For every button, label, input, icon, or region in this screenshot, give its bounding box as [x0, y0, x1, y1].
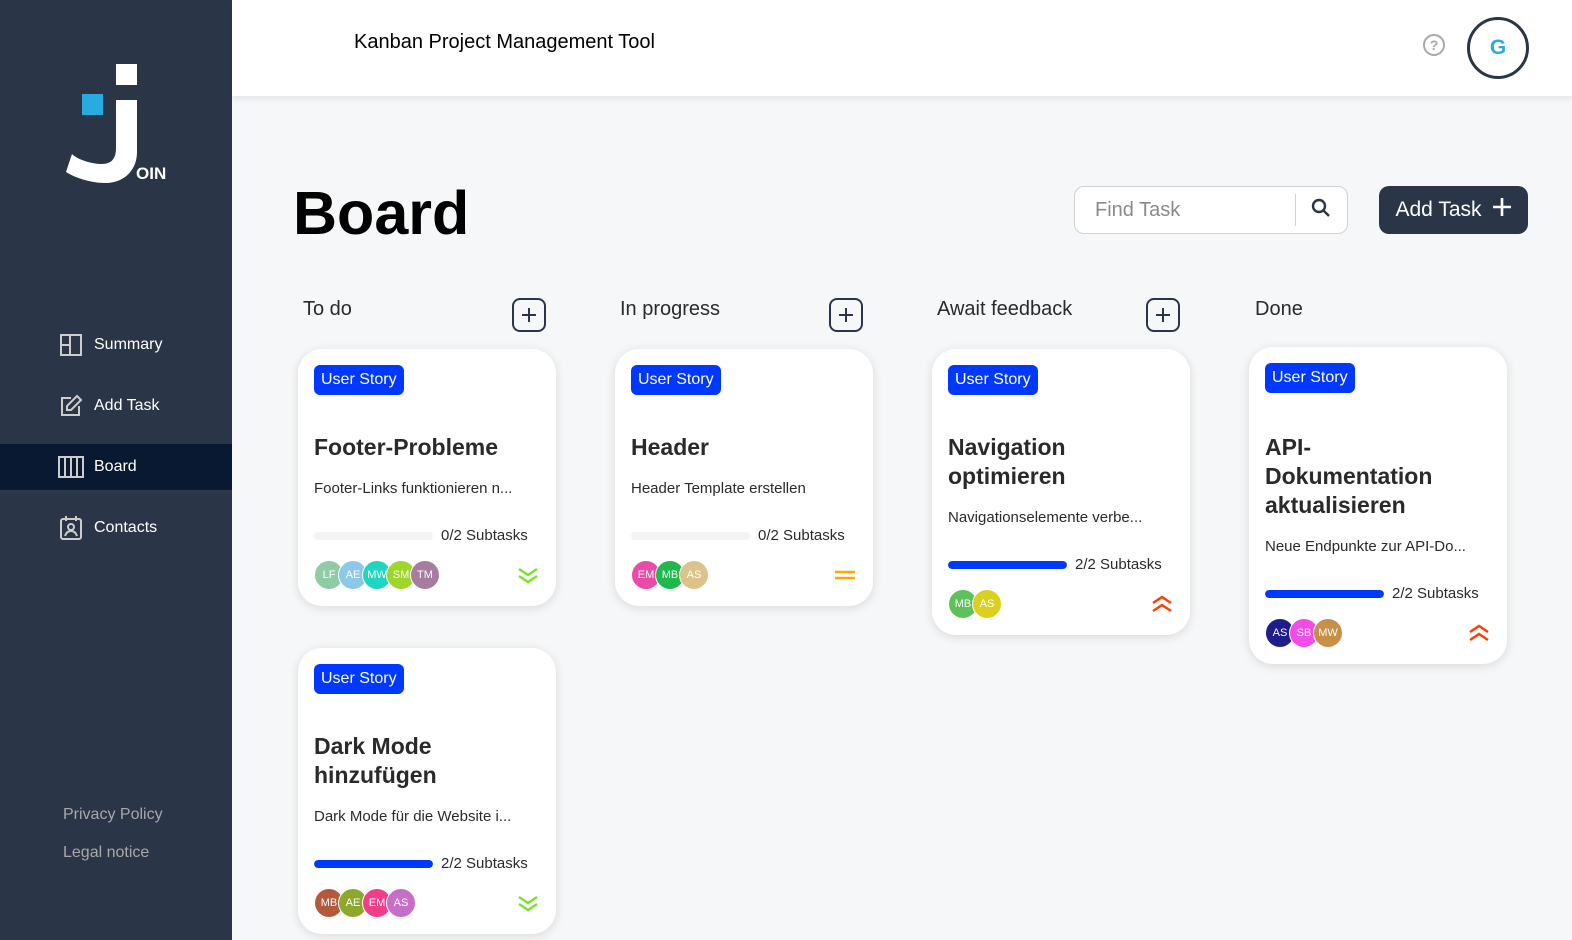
- sidebar-item-board[interactable]: Board: [0, 444, 232, 490]
- category-badge: User Story: [1265, 363, 1355, 393]
- summary-icon: [58, 332, 84, 358]
- subtask-count: 2/2 Subtasks: [1075, 556, 1162, 573]
- task-card[interactable]: User Story Footer-Probleme Footer-Links …: [298, 349, 556, 606]
- priority-medium-icon: [833, 565, 857, 585]
- priority-low-icon: [516, 565, 540, 585]
- column-title-todo: To do: [303, 298, 352, 320]
- join-logo[interactable]: OIN: [64, 62, 174, 188]
- assignee-list: AS SB MW: [1265, 618, 1343, 648]
- help-icon[interactable]: ?: [1423, 34, 1445, 56]
- priority-urgent-icon: [1467, 623, 1491, 643]
- subtask-progress: 0/2 Subtasks: [314, 527, 540, 544]
- plus-icon: [1492, 197, 1512, 223]
- logo-text: OIN: [136, 164, 166, 183]
- category-badge: User Story: [314, 365, 404, 395]
- sidebar: OIN Summary Add Task Board Contacts Priv…: [0, 0, 232, 940]
- category-badge: User Story: [314, 664, 404, 694]
- sidebar-item-label: Board: [94, 458, 137, 475]
- add-todo-button[interactable]: [512, 298, 546, 332]
- task-description: Footer-Links funktionieren n...: [314, 480, 513, 497]
- search-button[interactable]: [1296, 187, 1347, 233]
- task-description: Header Template erstellen: [631, 480, 806, 497]
- task-card[interactable]: User Story API-Dokumentation aktualisier…: [1249, 347, 1507, 664]
- assignee-avatar: AS: [972, 589, 1002, 619]
- page-title: Board: [293, 179, 470, 247]
- assignee-avatar: AS: [386, 888, 416, 918]
- progress-bar: [314, 531, 433, 540]
- sidebar-item-add-task[interactable]: Add Task: [0, 383, 232, 429]
- task-title: Dark Mode hinzufügen: [314, 733, 437, 788]
- assignee-list: MB AS: [948, 589, 1002, 619]
- progress-bar: [1265, 589, 1384, 598]
- contacts-icon: [58, 515, 84, 541]
- progress-fill: [948, 560, 1067, 569]
- assignee-avatar: AS: [679, 560, 709, 590]
- assignee-avatar: MW: [1313, 618, 1343, 648]
- progress-fill: [314, 859, 433, 868]
- subtask-count: 0/2 Subtasks: [441, 527, 528, 544]
- sidebar-item-contacts[interactable]: Contacts: [0, 505, 232, 551]
- plus-icon: [839, 308, 853, 322]
- assignee-list: EM MB AS: [631, 560, 709, 590]
- category-badge: User Story: [631, 365, 721, 395]
- search-box: [1074, 186, 1348, 234]
- priority-low-icon: [516, 893, 540, 913]
- sidebar-item-summary[interactable]: Summary: [0, 322, 232, 368]
- legal-links: Privacy Policy Legal notice: [63, 806, 163, 882]
- user-avatar[interactable]: G: [1467, 17, 1529, 79]
- privacy-policy-link[interactable]: Privacy Policy: [63, 806, 163, 824]
- priority-urgent-icon: [1150, 594, 1174, 614]
- edit-icon: [58, 393, 84, 419]
- search-icon: [1311, 198, 1331, 223]
- task-card[interactable]: User Story Header Header Template erstel…: [615, 349, 873, 606]
- progress-bar: [631, 531, 750, 540]
- assignee-avatar: TM: [410, 560, 440, 590]
- add-in-progress-button[interactable]: [829, 298, 863, 332]
- task-card[interactable]: User Story Dark Mode hinzufügen Dark Mod…: [298, 648, 556, 934]
- task-title: Header: [631, 434, 709, 460]
- add-task-button[interactable]: Add Task: [1379, 186, 1528, 234]
- add-await-feedback-button[interactable]: [1146, 298, 1180, 332]
- board-icon: [58, 454, 84, 480]
- assignee-list: MB AE EM AS: [314, 888, 416, 918]
- sidebar-item-label: Contacts: [94, 519, 158, 536]
- plus-icon: [522, 308, 536, 322]
- task-title: API-Dokumentation aktualisieren: [1265, 434, 1433, 518]
- task-description: Dark Mode für die Website i...: [314, 808, 512, 825]
- task-description: Navigationselemente verbe...: [948, 509, 1143, 526]
- sidebar-item-label: Summary: [94, 336, 163, 353]
- subtask-progress: 2/2 Subtasks: [1265, 585, 1491, 602]
- subtask-progress: 2/2 Subtasks: [948, 556, 1174, 573]
- sidebar-nav: Summary Add Task Board Contacts: [0, 322, 232, 566]
- task-description: Neue Endpunkte zur API-Do...: [1265, 538, 1466, 555]
- assignee-list: LF AE MW SM TM: [314, 560, 440, 590]
- subtask-count: 0/2 Subtasks: [758, 527, 845, 544]
- plus-icon: [1156, 308, 1170, 322]
- task-card[interactable]: User Story Navigation optimieren Navigat…: [932, 349, 1190, 635]
- subtask-progress: 2/2 Subtasks: [314, 855, 540, 872]
- subtask-progress: 0/2 Subtasks: [631, 527, 857, 544]
- subtask-count: 2/2 Subtasks: [441, 855, 528, 872]
- task-title: Navigation optimieren: [948, 434, 1066, 489]
- legal-notice-link[interactable]: Legal notice: [63, 844, 163, 862]
- column-title-await-feedback: Await feedback: [937, 298, 1073, 320]
- column-title-in-progress: In progress: [620, 298, 721, 320]
- search-input[interactable]: [1075, 198, 1295, 222]
- progress-fill: [1265, 589, 1384, 598]
- progress-bar: [314, 859, 433, 868]
- add-task-label: Add Task: [1395, 198, 1482, 221]
- header: Kanban Project Management Tool ? G: [232, 0, 1572, 96]
- sidebar-item-label: Add Task: [94, 397, 160, 414]
- column-title-done: Done: [1255, 298, 1303, 320]
- subtask-count: 2/2 Subtasks: [1392, 585, 1479, 602]
- progress-bar: [948, 560, 1067, 569]
- app-title: Kanban Project Management Tool: [354, 31, 655, 53]
- task-title: Footer-Probleme: [314, 434, 499, 460]
- category-badge: User Story: [948, 365, 1038, 395]
